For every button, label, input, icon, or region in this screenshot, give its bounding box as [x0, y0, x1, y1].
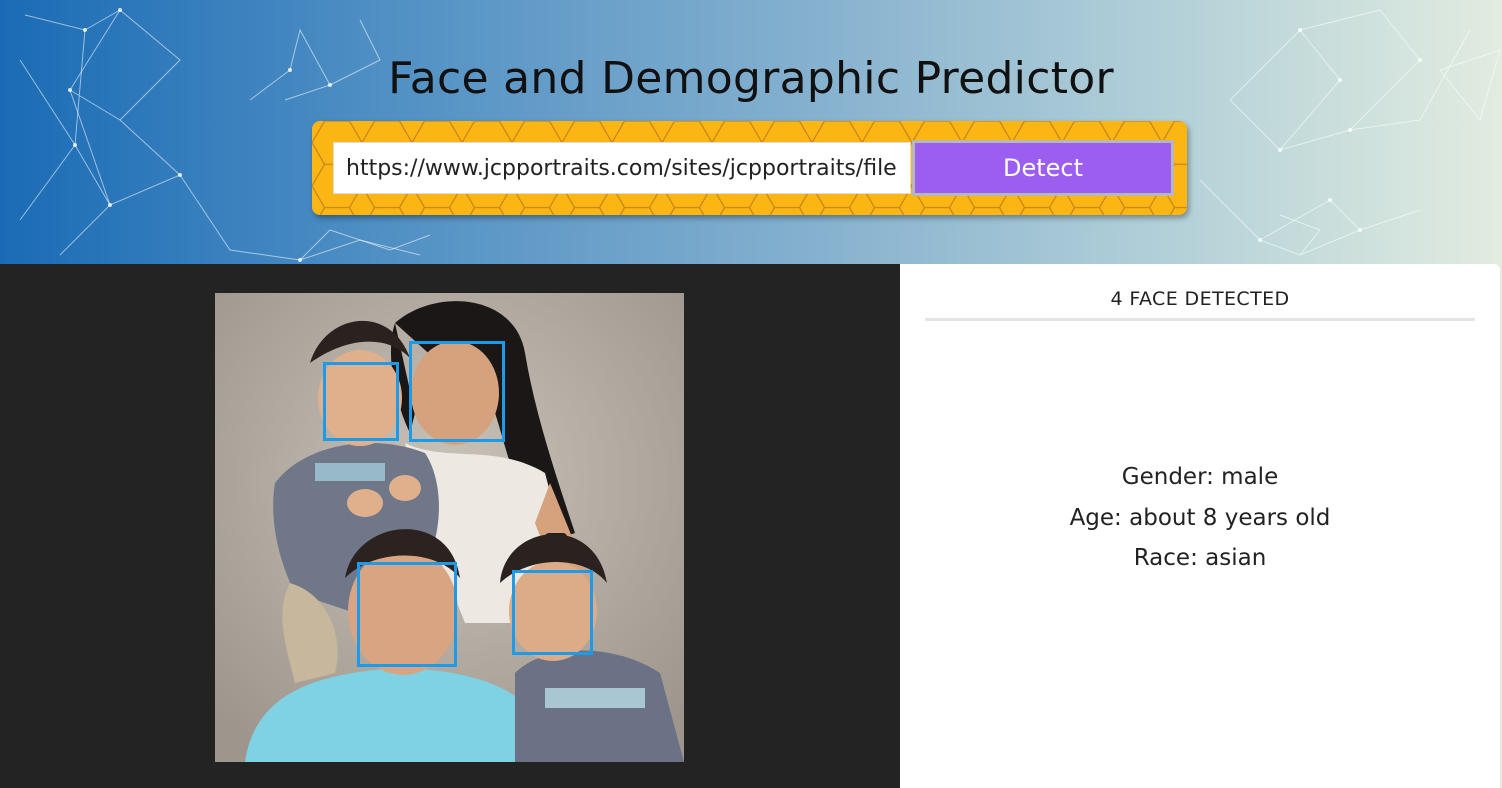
face-box-baby[interactable]	[323, 362, 399, 441]
gender-text: Gender: male	[1121, 464, 1279, 490]
face-box-boy[interactable]	[512, 570, 593, 655]
family-photo	[215, 293, 684, 762]
age-text: Age: about 8 years old	[1069, 504, 1331, 531]
face-box-man[interactable]	[357, 562, 457, 667]
results-divider	[925, 318, 1475, 321]
face-attributes: Gender: male Age: about 8 years old Race…	[900, 457, 1500, 579]
faces-detected-label: 4 FACE DETECTED	[1110, 288, 1290, 310]
search-bar: Detect	[312, 121, 1187, 215]
results-panel: 4 FACE DETECTED Gender: male Age: about …	[900, 264, 1500, 788]
face-box-woman[interactable]	[409, 341, 505, 442]
detect-button[interactable]: Detect	[912, 140, 1174, 196]
page-title: Face and Demographic Predictor	[388, 53, 1114, 105]
image-panel	[0, 264, 900, 788]
app-page: Face and Demographic Predictor Detect	[0, 0, 1502, 788]
race-text: Race: asian	[1133, 545, 1267, 571]
url-input[interactable]	[333, 142, 911, 194]
